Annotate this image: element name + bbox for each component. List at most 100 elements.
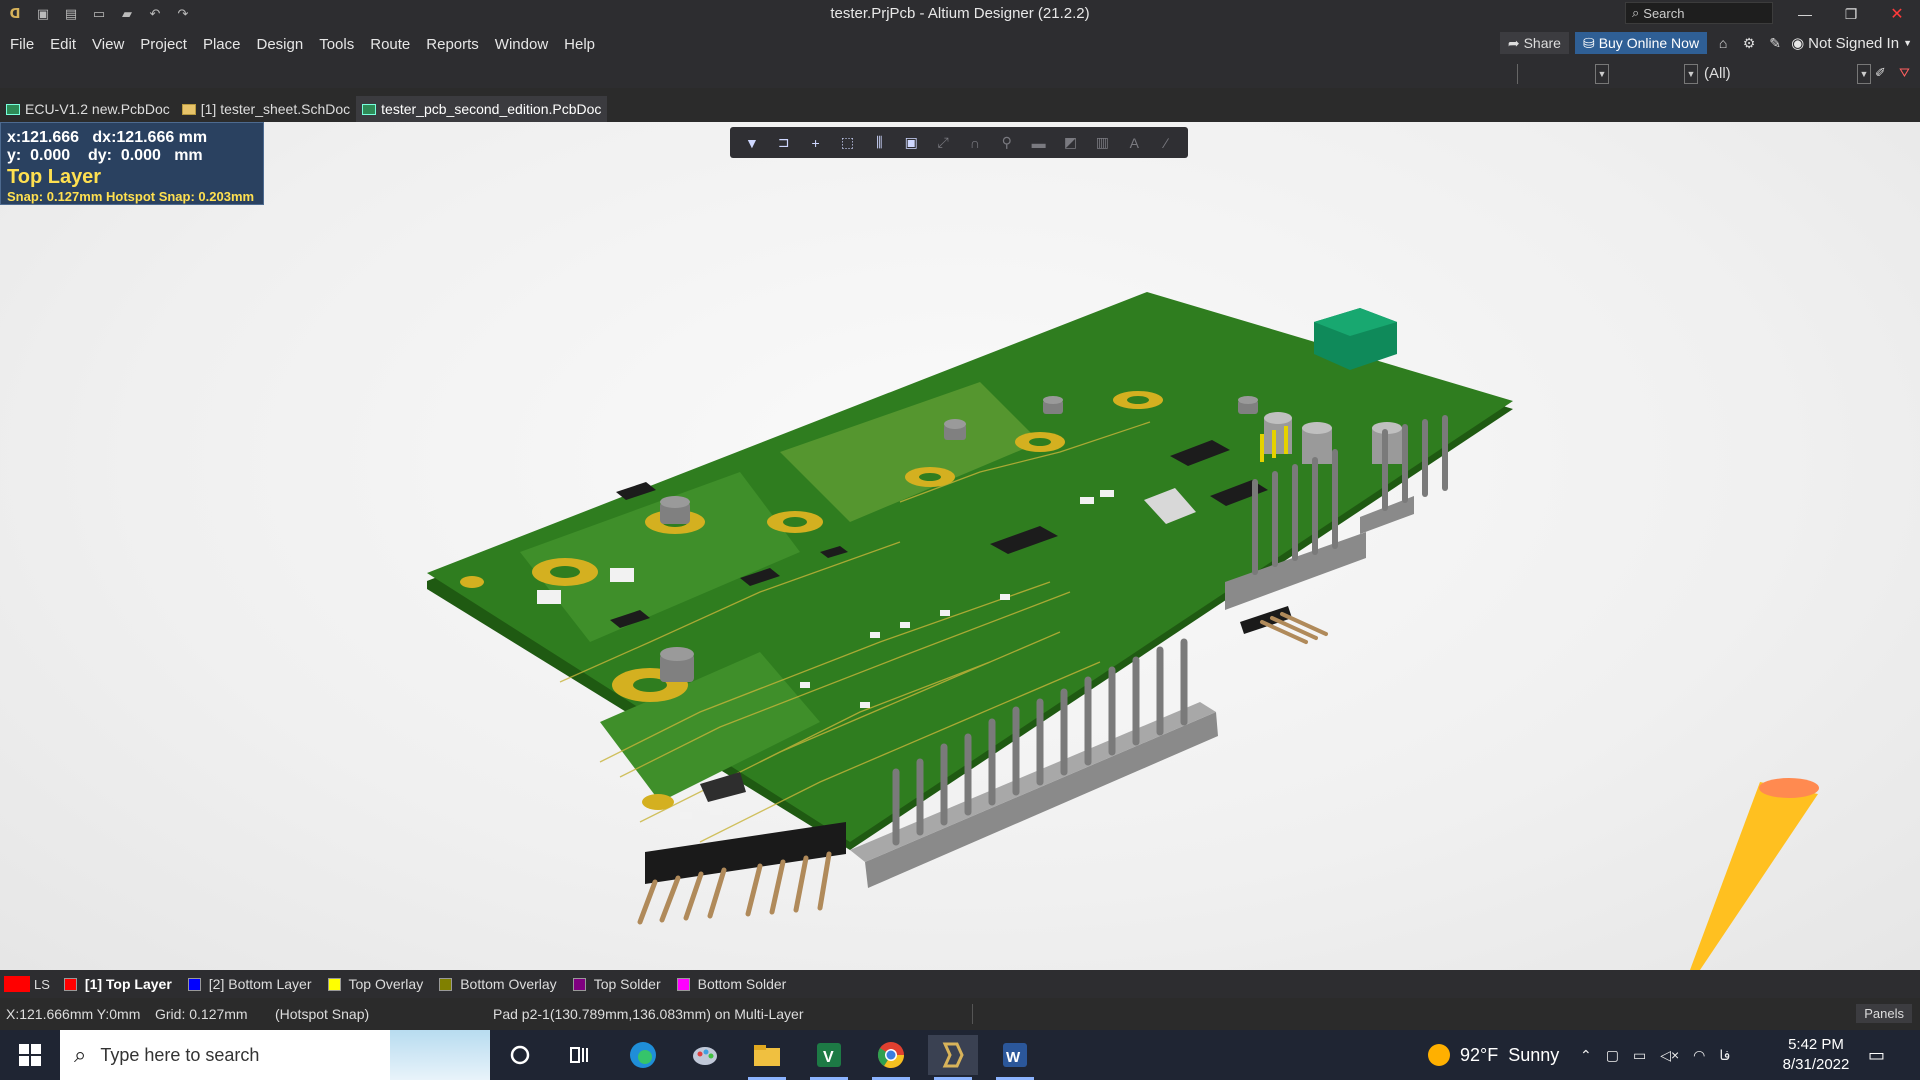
polygon-icon[interactable]: ∩ [959,127,991,158]
menu-place[interactable]: Place [203,36,241,53]
status-grid: Grid: 0.127mm [155,1006,248,1022]
layer-tab-top-solder[interactable]: Top Solder [572,976,661,992]
altium-designer-icon[interactable] [928,1035,978,1080]
menu-project[interactable]: Project [140,36,187,53]
weather-temp: 92°F [1460,1044,1499,1065]
filter-dropdown-2[interactable]: ▼ [1684,64,1698,84]
layer-tab-top-overlay[interactable]: Top Overlay [327,976,423,992]
excel-like-app-icon[interactable]: V [804,1035,854,1080]
menu-window[interactable]: Window [495,36,548,53]
meet-now-icon[interactable]: ▢ [1606,1047,1619,1064]
restore-button[interactable]: ❐ [1828,0,1874,28]
select-rect-icon[interactable]: ⬚ [832,127,864,158]
layer-tab-label: Bottom Solder [697,976,787,992]
search-placeholder: Search [1643,5,1685,21]
status-snap-mode: (Hotspot Snap) [275,1006,370,1022]
start-button[interactable] [0,1030,60,1080]
menu-reports[interactable]: Reports [426,36,479,53]
share-button[interactable]: ➦ Share [1499,32,1569,54]
doc-tab-ecu[interactable]: ECU-V1.2 new.PcbDoc [0,96,176,122]
menu-design[interactable]: Design [257,36,304,53]
document-tabs: ECU-V1.2 new.PcbDoc [1] tester_sheet.Sch… [0,96,1920,122]
close-button[interactable]: ✕ [1874,0,1920,28]
open-icon[interactable]: ▭ [90,5,108,23]
search-icon: ⌕ [1632,5,1640,20]
edge-icon[interactable] [618,1035,668,1075]
buy-online-button[interactable]: ⛁ Buy Online Now [1574,32,1708,54]
menu-route[interactable]: Route [370,36,410,53]
menu-file[interactable]: File [10,36,34,53]
save-icon[interactable]: ▣ [34,5,52,23]
word-icon[interactable]: W [990,1035,1040,1080]
align-icon[interactable]: ⫼ [863,127,895,158]
task-view-icon[interactable] [555,1035,605,1075]
panels-button[interactable]: Panels [1856,1004,1912,1023]
layer-tab-label: Top Solder [593,976,661,992]
coordinate-hud: x:121.666 dx:121.666 mm y: 0.000 dy: 0.0… [0,122,264,205]
doc-tab-tester-pcb[interactable]: tester_pcb_second_edition.PcbDoc [356,96,608,122]
doc-tab-tester-sheet[interactable]: [1] tester_sheet.SchDoc [176,96,356,122]
save-all-icon[interactable]: ▤ [62,5,80,23]
search-highlight-image [390,1030,490,1080]
filter-toolbar: ▼ ▼ (All) ▼ ✐ ⛛ [0,60,1920,88]
wifi-icon[interactable]: ◠ [1693,1047,1705,1064]
quick-access-toolbar: ᗡ ▣ ▤ ▭ ▰ ↶ ↷ [0,5,192,23]
clear-filter-icon[interactable]: ⛛ [1899,65,1910,81]
taskbar-search-placeholder: Type here to search [100,1044,260,1065]
layer-tab-bottom-layer[interactable]: [2] Bottom Layer [187,976,312,992]
text-icon[interactable]: A [1118,127,1150,158]
pin-header-small [1240,606,1328,644]
pin-icon[interactable]: ✐ [1875,65,1886,81]
minimize-button[interactable]: — [1782,0,1828,28]
notifications-icon[interactable]: ✎ [1765,35,1785,52]
route-icon[interactable]: ⊐ [768,127,800,158]
filter-dropdown-1[interactable]: ▼ [1595,64,1609,84]
cross-icon[interactable]: + [800,127,832,158]
filter-dropdown-3[interactable]: ▼ [1857,64,1871,84]
gear-icon[interactable]: ⚙ [1739,35,1759,52]
undo-icon[interactable]: ↶ [146,5,164,23]
menu-help[interactable]: Help [564,36,595,53]
battery-icon[interactable]: ▭ [1633,1047,1646,1064]
layer-tab-bottom-overlay[interactable]: Bottom Overlay [439,976,557,992]
chrome-icon[interactable] [866,1035,916,1080]
weather-widget[interactable]: 92°F Sunny [1428,1030,1559,1080]
account-menu[interactable]: ◉ Not Signed In ▼ [1791,34,1912,53]
home-icon[interactable]: ⌂ [1713,35,1733,51]
buy-label: Buy Online Now [1598,35,1700,51]
clock[interactable]: 5:42 PM 8/31/2022 [1770,1030,1862,1080]
current-layer-swatch[interactable] [4,976,30,992]
menu-edit[interactable]: Edit [50,36,76,53]
signin-label: Not Signed In [1808,34,1900,52]
notification-center-icon[interactable]: ▭ [1868,1030,1885,1080]
filter-icon[interactable]: ▼ [736,127,768,158]
title-bar: ᗡ ▣ ▤ ▭ ▰ ↶ ↷ tester.PrjPcb - Altium Des… [0,0,1920,28]
layer-tabs-bar: LS [1] Top Layer [2] Bottom Layer Top Ov… [0,970,1920,998]
layer-tab-bottom-solder[interactable]: Bottom Solder [676,976,787,992]
dimension-icon[interactable]: ◩ [1055,127,1087,158]
file-explorer-icon[interactable] [742,1035,792,1080]
open-project-icon[interactable]: ▰ [118,5,136,23]
pcb-3d-canvas[interactable]: x:121.666 dx:121.666 mm y: 0.000 dy: 0.0… [0,122,1920,970]
taskbar-search-box[interactable]: ⌕ Type here to search [60,1030,490,1080]
redo-icon[interactable]: ↷ [174,5,192,23]
line-icon[interactable]: ∕ [1150,127,1182,158]
cortana-icon[interactable] [495,1035,545,1075]
menu-tools[interactable]: Tools [319,36,354,53]
global-search-input[interactable]: ⌕ Search [1625,2,1773,24]
chevron-up-icon[interactable]: ⌃ [1580,1047,1592,1064]
layer-tab-top-layer[interactable]: [1] Top Layer [63,976,172,992]
pad-icon[interactable]: ⚲ [991,127,1023,158]
ls-label[interactable]: LS [34,977,50,992]
net-icon[interactable]: ⤢ [927,127,959,158]
fill-icon[interactable]: ▬ [1023,127,1055,158]
menu-view[interactable]: View [92,36,124,53]
input-language[interactable]: فا [1719,1047,1730,1064]
component-icon[interactable]: ▣ [895,127,927,158]
altium-logo-icon[interactable]: ᗡ [6,5,24,23]
volume-muted-icon[interactable]: ◁× [1660,1047,1679,1064]
paint-icon[interactable] [680,1035,730,1075]
hud-x-coords: x:121.666 dx:121.666 mm [7,129,208,146]
graph-icon[interactable]: ▥ [1086,127,1118,158]
hud-layer: Top Layer [7,166,102,188]
